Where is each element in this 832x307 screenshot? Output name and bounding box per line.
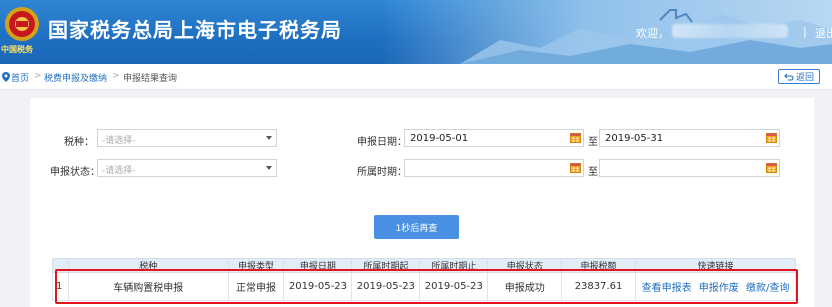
calendar-icon[interactable] (570, 162, 581, 173)
report-status-label: 申报状态： (50, 167, 100, 178)
location-pin-icon (2, 72, 10, 82)
tax-type-label: 税种： (64, 137, 94, 148)
return-arrow-icon (784, 73, 794, 80)
emblem-caption: 中国税务 (1, 45, 33, 54)
back-button-label: 返回 (795, 73, 814, 83)
breadcrumb: 首页 > 税费申报及缴纳 > 申报结果查询 (0, 64, 832, 90)
user-name-redacted (672, 24, 788, 38)
report-date-label: 申报日期： (357, 137, 407, 148)
site-header: 中国税务 国家税务总局上海市电子税务局 欢迎， | 退出 (0, 0, 832, 64)
date-range-to-label: 至 (588, 137, 598, 148)
welcome-text: 欢迎， (636, 27, 669, 40)
period-from-input[interactable] (404, 159, 584, 177)
period-to-input[interactable] (599, 159, 780, 177)
breadcrumb-tax-filing[interactable]: 税费申报及缴纳 (44, 71, 107, 84)
logout-link[interactable]: 退出 (815, 25, 832, 41)
breadcrumb-separator: > (34, 71, 42, 81)
calendar-icon[interactable] (766, 132, 777, 143)
report-date-to-input[interactable]: 2019-05-31 (599, 129, 780, 147)
back-button[interactable]: 返回 (778, 69, 820, 84)
chevron-down-icon (266, 166, 272, 170)
report-status-select[interactable]: -请选择- (97, 159, 277, 177)
chevron-down-icon (266, 136, 272, 140)
site-title: 国家税务总局上海市电子税务局 (48, 18, 342, 42)
period-to-label: 至 (588, 167, 598, 178)
highlight-box (55, 269, 798, 304)
query-button[interactable]: 1秒后再查 (374, 215, 459, 239)
report-date-from-input[interactable]: 2019-05-01 (404, 129, 584, 147)
tax-type-select[interactable]: -请选择- (97, 129, 277, 147)
header-separator: | (803, 25, 807, 38)
breadcrumb-home[interactable]: 首页 (11, 71, 29, 84)
period-label: 所属时期： (357, 167, 407, 178)
calendar-icon[interactable] (766, 162, 777, 173)
calendar-icon[interactable] (570, 132, 581, 143)
breadcrumb-current: 申报结果查询 (123, 74, 178, 84)
breadcrumb-separator: > (112, 71, 120, 81)
